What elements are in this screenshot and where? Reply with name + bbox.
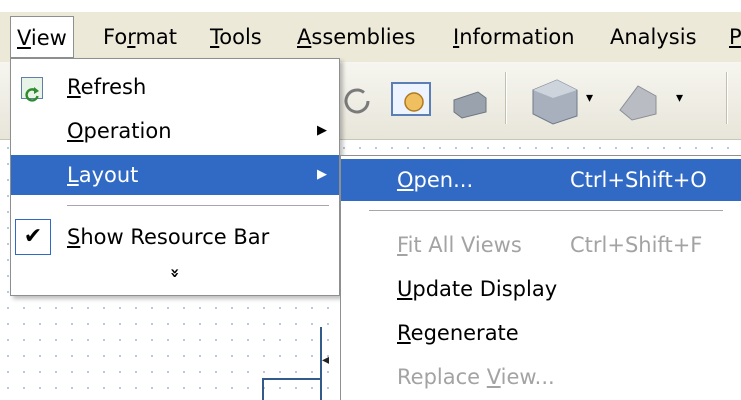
view-orientation-dropdown-icon[interactable]: ▾ bbox=[586, 90, 593, 106]
rotate-icon[interactable] bbox=[340, 84, 374, 118]
menu-item-operation[interactable]: Operation ▶ bbox=[11, 111, 339, 151]
menu-assemblies[interactable]: Assemblies bbox=[297, 16, 416, 58]
menu-separator bbox=[67, 205, 329, 207]
menu-tools[interactable]: Tools bbox=[210, 16, 262, 58]
refresh-icon bbox=[21, 77, 43, 102]
view-orientation-icon[interactable] bbox=[527, 76, 583, 126]
toolbar-separator bbox=[726, 72, 728, 124]
shaded-view-icon[interactable] bbox=[448, 88, 492, 120]
menu-analysis[interactable]: Analysis bbox=[610, 16, 697, 58]
dimension-arrow-icon: ◂ bbox=[322, 352, 330, 368]
submenu-arrow-icon: ▶ bbox=[317, 167, 327, 182]
pan-view-icon[interactable] bbox=[390, 80, 434, 120]
menu-item-layout[interactable]: Layout ▶ bbox=[11, 155, 339, 195]
submenu-arrow-icon: ▶ bbox=[317, 123, 327, 138]
submenu-item-open[interactable]: Open... Ctrl+Shift+O bbox=[341, 159, 741, 201]
submenu-item-replace-view: Replace View... bbox=[397, 365, 555, 389]
toolbar-separator bbox=[505, 72, 507, 124]
menu-item-show-resource-bar[interactable]: ✔ Show Resource Bar bbox=[11, 217, 339, 257]
menu-view[interactable]: View bbox=[10, 16, 74, 58]
section-view-icon[interactable] bbox=[612, 78, 664, 124]
menu-bar: View Format Tools Assemblies Information… bbox=[0, 12, 741, 62]
shortcut-label: Ctrl+Shift+O bbox=[570, 168, 707, 192]
submenu-item-update-display[interactable]: Update Display bbox=[341, 268, 741, 310]
submenu-item-fit-all-views: Fit All Views Ctrl+Shift+F bbox=[341, 224, 741, 266]
menu-separator bbox=[369, 210, 723, 212]
sketch-line bbox=[262, 378, 264, 400]
submenu-item-regenerate[interactable]: Regenerate bbox=[341, 312, 741, 354]
menu-item-refresh[interactable]: Refresh bbox=[11, 67, 339, 107]
expand-menu-chevron-icon[interactable]: » bbox=[11, 259, 339, 287]
sketch-line bbox=[262, 378, 320, 380]
menu-p[interactable]: P bbox=[729, 16, 741, 58]
menu-information[interactable]: Information bbox=[453, 16, 575, 58]
view-menu-dropdown: Refresh Operation ▶ Layout ▶ ✔ Show Reso… bbox=[10, 58, 340, 296]
checkmark-icon: ✔ bbox=[15, 219, 51, 255]
shortcut-label: Ctrl+Shift+F bbox=[570, 233, 703, 257]
menu-format[interactable]: Format bbox=[103, 16, 177, 58]
section-view-dropdown-icon[interactable]: ▾ bbox=[676, 90, 683, 106]
layout-submenu: Open... Ctrl+Shift+O Fit All Views Ctrl+… bbox=[340, 155, 741, 400]
